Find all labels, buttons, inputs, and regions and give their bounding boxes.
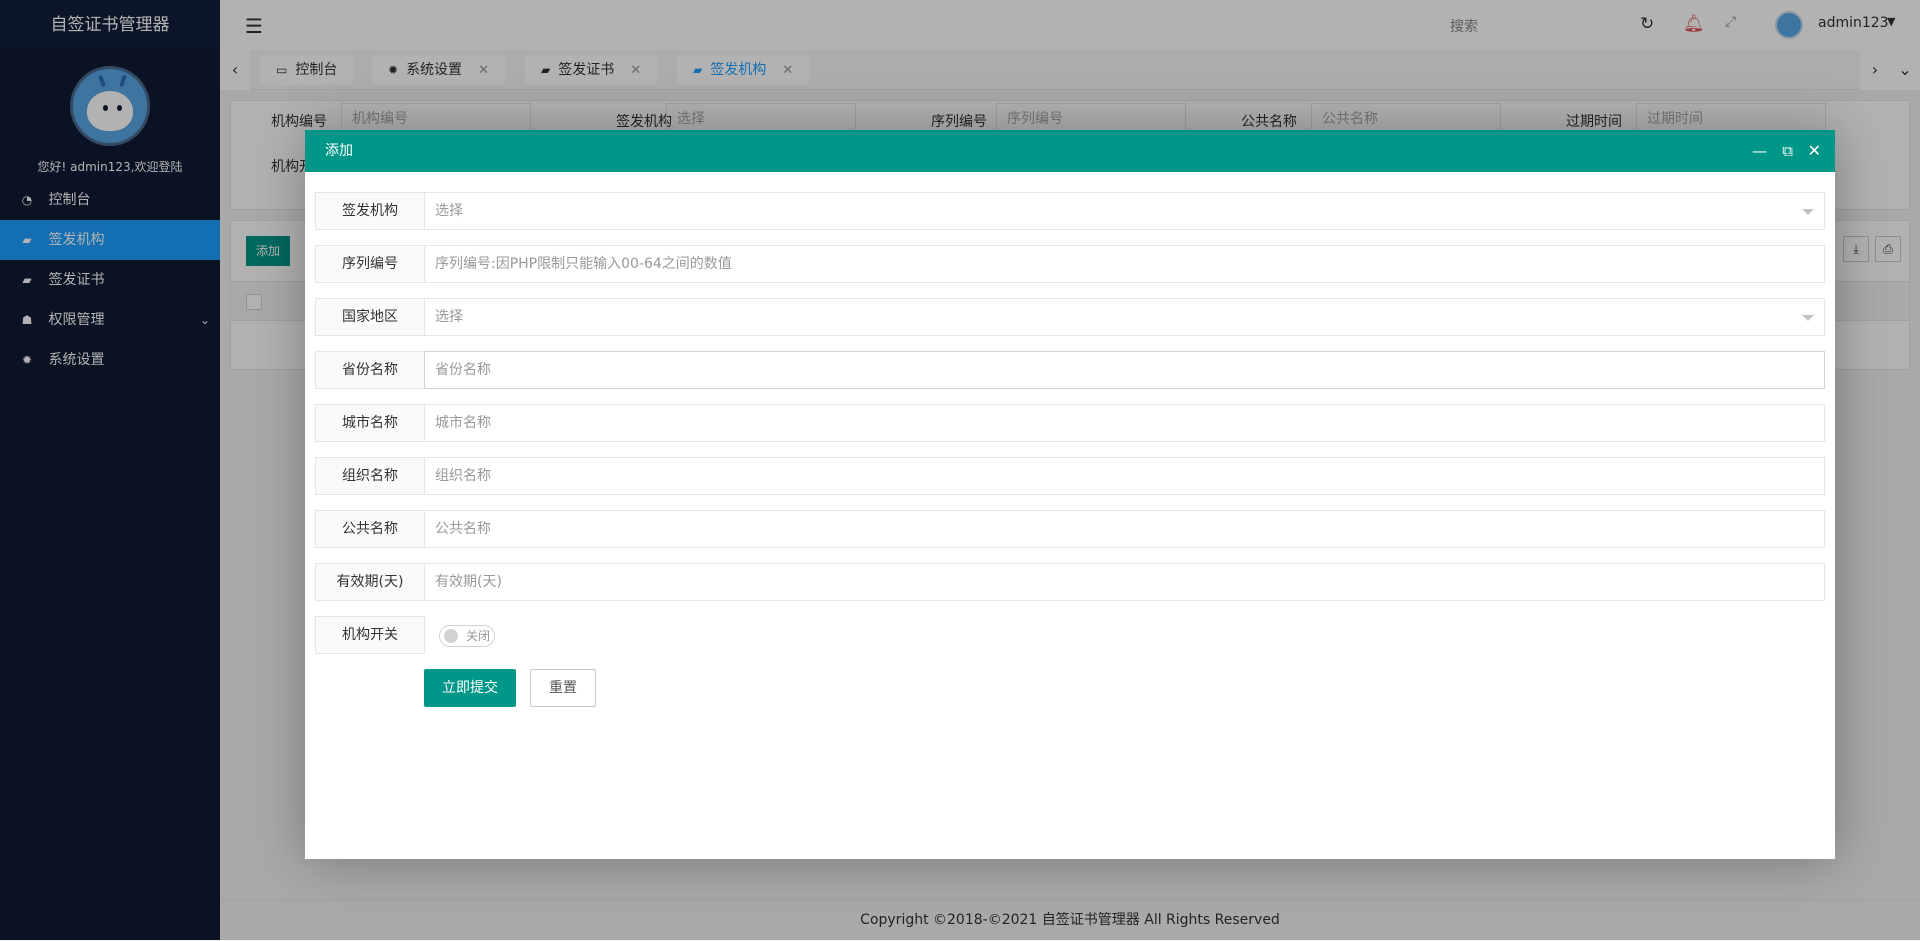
form-row-serial: 序列编号 序列编号:因PHP限制只能输入00-64之间的数值: [315, 245, 1825, 283]
add-form: 签发机构 选择 序列编号 序列编号:因PHP限制只能输入00-64之间的数值 国…: [315, 192, 1825, 722]
dialog-header: 添加 — ⧉ ✕: [305, 130, 1835, 172]
dropdown-arrow-icon: [1802, 315, 1814, 321]
close-icon[interactable]: ✕: [1808, 130, 1821, 172]
toggle-knob: [444, 629, 458, 643]
submit-button[interactable]: 立即提交: [424, 669, 516, 707]
minimize-icon[interactable]: —: [1752, 130, 1767, 172]
dropdown-arrow-icon: [1802, 209, 1814, 215]
city-input[interactable]: 城市名称: [424, 404, 1825, 442]
form-row-province: 省份名称 省份名称: [315, 351, 1825, 389]
field-label: 公共名称: [315, 510, 425, 548]
serial-number-input[interactable]: 序列编号:因PHP限制只能输入00-64之间的数值: [424, 245, 1825, 283]
form-row-switch: 机构开关 关闭: [315, 616, 1825, 654]
organization-input[interactable]: 组织名称: [424, 457, 1825, 495]
form-row-validity: 有效期(天) 有效期(天): [315, 563, 1825, 601]
issuer-select[interactable]: 选择: [424, 192, 1825, 230]
province-input[interactable]: 省份名称: [424, 351, 1825, 389]
reset-button[interactable]: 重置: [530, 669, 596, 707]
field-label: 机构开关: [315, 616, 425, 654]
field-label: 省份名称: [315, 351, 425, 389]
form-row-city: 城市名称 城市名称: [315, 404, 1825, 442]
field-label: 序列编号: [315, 245, 425, 283]
field-label: 城市名称: [315, 404, 425, 442]
field-label: 组织名称: [315, 457, 425, 495]
form-row-common-name: 公共名称 公共名称: [315, 510, 1825, 548]
form-row-issuer: 签发机构 选择: [315, 192, 1825, 230]
country-select[interactable]: 选择: [424, 298, 1825, 336]
validity-days-input[interactable]: 有效期(天): [424, 563, 1825, 601]
form-actions: 立即提交 重置: [315, 669, 1825, 707]
field-label: 签发机构: [315, 192, 425, 230]
issuer-enabled-toggle[interactable]: 关闭: [439, 625, 495, 647]
select-placeholder: 选择: [435, 203, 463, 219]
dialog-title: 添加: [325, 143, 353, 159]
field-label: 有效期(天): [315, 563, 425, 601]
add-dialog: 添加 — ⧉ ✕ 签发机构 选择 序列编号 序列编号:因PHP限制只能输入00-…: [305, 130, 1835, 859]
form-row-organization: 组织名称 组织名称: [315, 457, 1825, 495]
field-label: 国家地区: [315, 298, 425, 336]
maximize-icon[interactable]: ⧉: [1782, 130, 1793, 172]
select-placeholder: 选择: [435, 309, 463, 325]
toggle-text: 关闭: [466, 629, 491, 643]
form-row-country: 国家地区 选择: [315, 298, 1825, 336]
common-name-input[interactable]: 公共名称: [424, 510, 1825, 548]
